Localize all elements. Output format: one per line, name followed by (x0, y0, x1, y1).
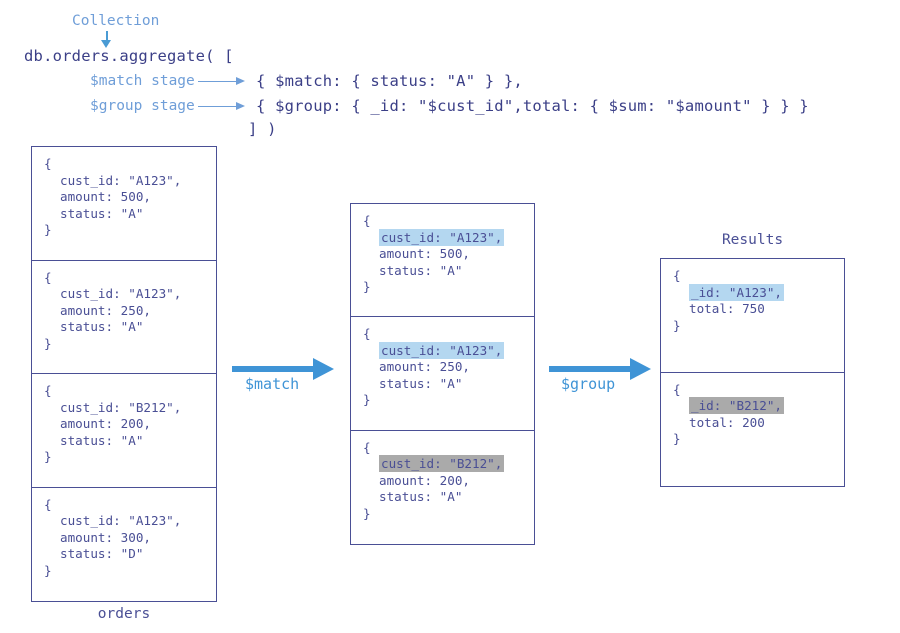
group-stage-annotation-label: $group stage (90, 98, 195, 114)
document-field-status: status: "A" (379, 375, 463, 391)
collection-annotation-label: Collection (72, 13, 160, 29)
document-open-brace: { (363, 213, 371, 228)
code-line-match-stage: { $match: { status: "A" } }, (256, 72, 523, 90)
results-box: { _id: "A123", total: 750 } { _id: "B212… (660, 258, 845, 487)
document-field-status: status: "A" (379, 489, 463, 505)
document-open-brace: { (44, 496, 52, 512)
document-close-brace: } (44, 335, 52, 351)
document-open-brace: { (363, 439, 371, 455)
document-field-status: status: "A" (379, 262, 463, 278)
document-close-brace: } (673, 317, 681, 333)
results-caption: Results (721, 232, 784, 248)
id-highlight: _id: "B212", (689, 397, 784, 414)
document-open-brace: { (673, 381, 681, 397)
match-pipeline-arrow-right-icon (313, 358, 334, 380)
match-pipeline-arrow-shaft (232, 366, 315, 372)
document-field-status: status: "A" (60, 432, 144, 448)
document-field-cust-id: cust_id: "A123", (60, 172, 182, 188)
document-field-amount: amount: 300, (60, 529, 151, 545)
group-pipeline-arrow-shaft (549, 366, 632, 372)
code-line-group-stage: { $group: { _id: "$cust_id",total: { $su… (256, 97, 809, 115)
code-line-close-bracket: ] ) (248, 120, 277, 138)
document-field-amount: amount: 250, (379, 359, 470, 375)
document-close-brace: } (363, 392, 371, 408)
cust-id-highlight: cust_id: "A123", (379, 341, 505, 359)
document-open-brace: { (44, 383, 52, 398)
group-stage-arrow-right-icon (236, 102, 245, 110)
match-pipeline-arrow-label: $match (245, 375, 300, 393)
document-open-brace: { (44, 156, 52, 171)
group-stage-connector-line (198, 106, 238, 107)
document-field-cust-id: cust_id: "A123", (60, 286, 182, 301)
code-line-aggregate-call: db.orders.aggregate( [ (24, 47, 234, 65)
document-field-amount: amount: 250, (60, 302, 151, 318)
document-open-brace: { (673, 268, 681, 283)
match-stage-arrow-right-icon (236, 77, 245, 85)
document-field-total: total: 750 (689, 301, 765, 316)
orders-collection-box: { cust_id: "A123", amount: 500, status: … (31, 146, 217, 602)
document-field-status: status: "D" (60, 546, 144, 561)
aggregate-code-block: Collection db.orders.aggregate( [ $match… (20, 6, 900, 141)
orders-document: { cust_id: "A123", amount: 250, status: … (32, 261, 216, 374)
group-pipeline-arrow-right-icon (630, 358, 651, 380)
document-field-status: status: "A" (60, 319, 144, 334)
result-document: { _id: "B212", total: 200 } (661, 373, 844, 487)
orders-document: { cust_id: "A123", amount: 300, status: … (32, 488, 216, 602)
match-output-document: { cust_id: "A123", amount: 250, status: … (351, 317, 534, 431)
document-field-amount: amount: 500, (379, 246, 470, 261)
document-field-status: status: "A" (60, 205, 144, 221)
cust-id-highlight: cust_id: "B212", (379, 455, 505, 473)
document-open-brace: { (44, 269, 52, 285)
match-output-document: { cust_id: "A123", amount: 500, status: … (351, 204, 534, 318)
document-field-cust-id: cust_id: "A123", (363, 228, 534, 247)
orders-collection-caption: orders (97, 606, 151, 622)
match-stage-annotation-label: $match stage (90, 73, 195, 89)
document-open-brace: { (363, 326, 371, 342)
result-document: { _id: "A123", total: 750 } (661, 259, 844, 373)
group-pipeline-arrow-label: $group (561, 375, 616, 393)
document-close-brace: } (673, 431, 681, 446)
document-field-cust-id: cust_id: "A123", (60, 513, 182, 528)
document-close-brace: } (44, 562, 52, 578)
document-close-brace: } (44, 449, 52, 464)
document-close-brace: } (44, 222, 52, 237)
id-highlight: _id: "A123", (689, 283, 784, 301)
orders-document: { cust_id: "B212", amount: 200, status: … (32, 374, 216, 488)
document-field-cust-id: cust_id: "B212", (60, 399, 182, 415)
match-output-document: { cust_id: "B212", amount: 200, status: … (351, 431, 534, 544)
document-field-amount: amount: 500, (60, 189, 151, 204)
document-field-id: _id: "A123", (673, 283, 844, 302)
document-field-total: total: 200 (689, 414, 765, 430)
document-close-brace: } (363, 505, 371, 521)
cust-id-highlight: cust_id: "A123", (379, 228, 505, 246)
orders-document: { cust_id: "A123", amount: 500, status: … (32, 147, 216, 261)
match-output-box: { cust_id: "A123", amount: 500, status: … (350, 203, 535, 545)
document-close-brace: } (363, 279, 371, 294)
document-field-amount: amount: 200, (379, 472, 470, 488)
document-field-id: _id: "B212", (673, 397, 844, 415)
document-field-cust-id: cust_id: "A123", (363, 341, 534, 360)
document-field-amount: amount: 200, (60, 416, 151, 431)
match-stage-connector-line (198, 81, 238, 82)
document-field-cust-id: cust_id: "B212", (363, 455, 534, 473)
